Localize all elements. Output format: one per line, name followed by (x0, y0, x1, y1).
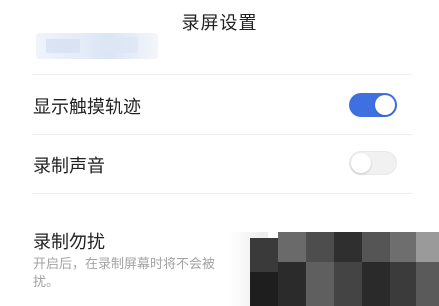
divider (32, 193, 412, 194)
record-sound-toggle[interactable] (349, 151, 397, 175)
divider (32, 134, 412, 135)
record-dnd-label: 录制勿扰 (33, 232, 105, 253)
pixelated-region (228, 232, 439, 306)
blurred-region (36, 33, 158, 59)
show-touch-trail-label: 显示触摸轨迹 (33, 97, 141, 118)
screen-record-settings-page: 录屏设置 显示触摸轨迹 录制声音 录制勿扰 开启后，在录制屏幕时将不会被 扰。 (0, 0, 439, 306)
toggle-knob (351, 153, 371, 173)
record-sound-label: 录制声音 (33, 156, 105, 177)
page-title: 录屏设置 (181, 13, 258, 34)
show-touch-trail-toggle[interactable] (349, 93, 397, 117)
toggle-knob (375, 95, 395, 115)
divider (32, 74, 412, 75)
